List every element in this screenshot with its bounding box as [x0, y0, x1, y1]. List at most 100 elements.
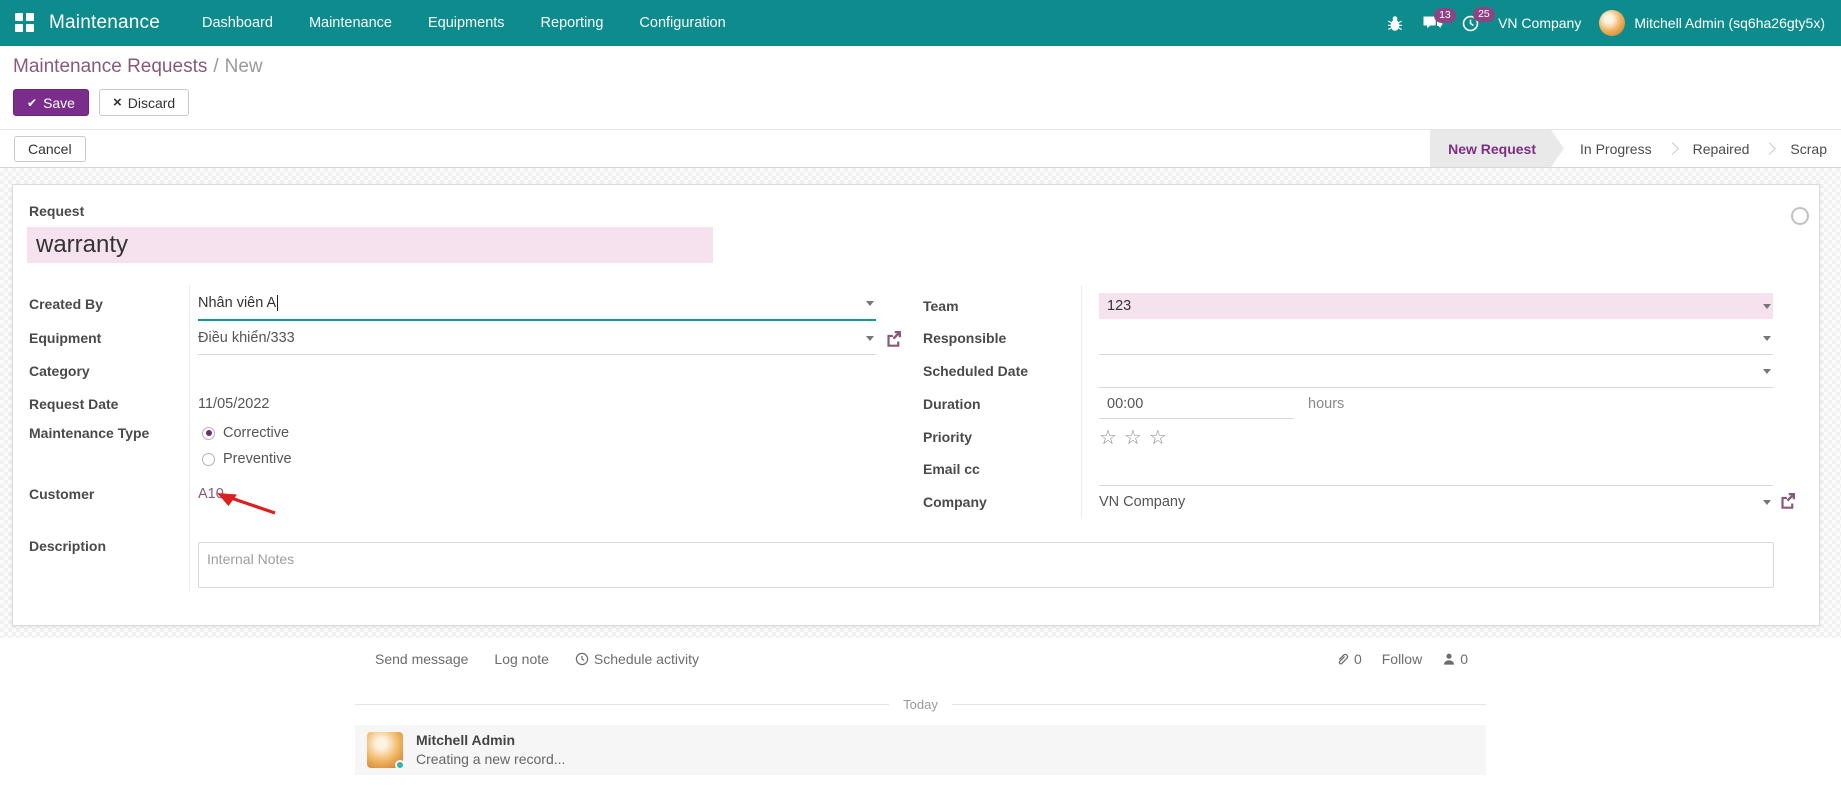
log-note-button[interactable]: Log note — [494, 651, 549, 667]
field-row-email-cc: Email cc — [923, 452, 1773, 486]
priority-stars: ☆ ☆ ☆ — [1099, 425, 1167, 450]
request-date-input[interactable]: 11/05/2022 — [198, 387, 876, 421]
duration-input[interactable]: 00:00 — [1099, 389, 1294, 419]
chevron-down-icon[interactable] — [866, 301, 874, 306]
request-label: Request — [29, 203, 84, 219]
x-icon: × — [113, 94, 122, 111]
created-by-input[interactable]: Nhân viên A — [198, 287, 876, 321]
field-row-created-by: Created By Nhân viên A — [29, 287, 876, 321]
statusbar-row: Cancel New Request In Progress Repaired … — [0, 129, 1841, 168]
chevron-down-icon[interactable] — [1763, 304, 1771, 309]
chevron-down-icon[interactable] — [1763, 369, 1771, 374]
radio-preventive-label[interactable]: Preventive — [223, 451, 292, 467]
attachments-button[interactable]: 0 — [1335, 651, 1362, 667]
radio-corrective-label[interactable]: Corrective — [223, 425, 289, 441]
field-row-company: Company VN Company — [923, 485, 1773, 519]
paperclip-icon — [1335, 652, 1350, 667]
company-external-link-icon[interactable] — [1779, 492, 1796, 514]
nav-item-reporting[interactable]: Reporting — [541, 15, 604, 31]
followers-button[interactable]: 0 — [1442, 651, 1468, 667]
field-row-customer: Customer A10 — [29, 477, 876, 511]
chevron-down-icon[interactable] — [1763, 336, 1771, 341]
chatter-message: Mitchell Admin Creating a new record... — [355, 725, 1486, 775]
chatter: Send message Log note Schedule activity … — [0, 638, 1841, 791]
attachments-count: 0 — [1354, 651, 1362, 667]
stage-new-request[interactable]: New Request — [1430, 130, 1564, 167]
messages-badge: 13 — [1434, 8, 1456, 24]
debug-bug-icon[interactable] — [1386, 14, 1404, 33]
user-name: Mitchell Admin (sq6ha26gty5x) — [1634, 15, 1825, 31]
field-row-team: Team 123 — [923, 289, 1773, 323]
follow-button[interactable]: Follow — [1382, 651, 1422, 667]
star-icon[interactable]: ☆ — [1099, 425, 1117, 450]
user-avatar — [1599, 10, 1625, 36]
nav-item-equipments[interactable]: Equipments — [428, 15, 505, 31]
breadcrumb-current: New — [225, 56, 263, 77]
request-name-input[interactable]: warranty — [27, 227, 713, 263]
field-row-scheduled-date: Scheduled Date — [923, 354, 1773, 388]
text-cursor — [277, 295, 278, 311]
record-status-circle-icon[interactable] — [1791, 207, 1809, 225]
team-input[interactable]: 123 — [1099, 293, 1773, 319]
today-divider: Today — [355, 697, 1486, 712]
chevron-down-icon[interactable] — [866, 336, 874, 341]
scheduled-date-input[interactable] — [1099, 354, 1773, 388]
description-label: Description — [29, 538, 106, 554]
stage-in-progress[interactable]: In Progress — [1564, 130, 1668, 167]
activities-clock-icon[interactable]: 25 — [1461, 14, 1480, 33]
field-row-category: Category — [29, 354, 876, 388]
breadcrumb-parent-link[interactable]: Maintenance Requests — [13, 56, 207, 77]
field-row-equipment: Equipment Điều khiển/333 — [29, 321, 876, 355]
maintenance-request-form: Request warranty Created By Nhân viên A … — [12, 184, 1820, 626]
stage-scrap[interactable]: Scrap — [1774, 130, 1841, 167]
control-band: Maintenance Requests/New ✔ Save × Discar… — [0, 46, 1841, 129]
description-textarea[interactable] — [198, 542, 1774, 588]
activities-badge: 25 — [1473, 7, 1495, 23]
equipment-input[interactable]: Điều khiển/333 — [198, 321, 876, 355]
send-message-button[interactable]: Send message — [375, 651, 468, 667]
messages-icon[interactable]: 13 — [1422, 15, 1443, 32]
apps-menu-icon[interactable] — [15, 13, 35, 33]
person-icon — [1442, 652, 1456, 666]
save-button[interactable]: ✔ Save — [13, 89, 89, 116]
message-author[interactable]: Mitchell Admin — [416, 732, 565, 748]
nav-item-configuration[interactable]: Configuration — [639, 15, 725, 31]
schedule-activity-button[interactable]: Schedule activity — [575, 651, 699, 667]
field-row-responsible: Responsible — [923, 321, 1773, 355]
sheet-background: Request warranty Created By Nhân viên A … — [0, 168, 1841, 638]
nav-item-dashboard[interactable]: Dashboard — [202, 15, 273, 31]
top-nav: Maintenance Dashboard Maintenance Equipm… — [0, 0, 1841, 46]
nav-item-maintenance[interactable]: Maintenance — [309, 15, 392, 31]
company-input[interactable]: VN Company — [1099, 485, 1773, 519]
cancel-button[interactable]: Cancel — [14, 136, 86, 162]
maintenance-app-window: Maintenance Dashboard Maintenance Equipm… — [0, 0, 1841, 791]
field-row-maintenance-type: Maintenance Type Corrective — [29, 420, 876, 446]
followers-count: 0 — [1460, 651, 1468, 667]
category-input[interactable] — [198, 354, 876, 388]
company-switcher[interactable]: VN Company — [1498, 15, 1581, 31]
chevron-down-icon[interactable] — [1763, 500, 1771, 505]
app-name[interactable]: Maintenance — [49, 12, 160, 34]
star-icon[interactable]: ☆ — [1149, 425, 1167, 450]
field-row-maintenance-type-2: Preventive — [29, 446, 876, 472]
equipment-external-link-icon[interactable] — [885, 330, 902, 352]
radio-preventive[interactable] — [202, 453, 215, 466]
field-row-priority: Priority ☆ ☆ ☆ — [923, 420, 1773, 454]
radio-corrective[interactable] — [202, 427, 215, 440]
responsible-input[interactable] — [1099, 321, 1773, 355]
breadcrumb: Maintenance Requests/New — [13, 56, 1841, 78]
message-body: Creating a new record... — [416, 751, 565, 767]
message-author-avatar[interactable] — [367, 732, 403, 768]
record-actions: ✔ Save × Discard — [13, 89, 1841, 116]
duration-suffix: hours — [1308, 396, 1344, 412]
email-cc-input[interactable] — [1099, 452, 1773, 486]
discard-button[interactable]: × Discard — [99, 89, 189, 116]
online-status-dot — [395, 760, 405, 770]
nav-right-cluster: 13 25 VN Company Mitchell Admin (sq6ha26… — [1386, 10, 1841, 36]
stage-repaired[interactable]: Repaired — [1677, 130, 1766, 167]
check-icon: ✔ — [27, 96, 37, 110]
field-row-duration: Duration 00:00 hours — [923, 387, 1773, 421]
user-menu[interactable]: Mitchell Admin (sq6ha26gty5x) — [1599, 10, 1825, 36]
star-icon[interactable]: ☆ — [1124, 425, 1142, 450]
customer-link[interactable]: A10 — [198, 486, 224, 502]
